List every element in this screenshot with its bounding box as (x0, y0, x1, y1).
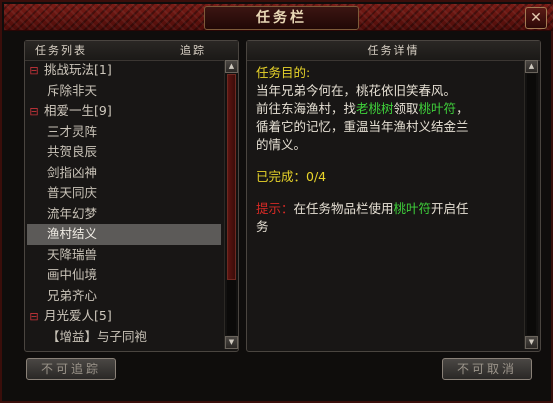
quest-item-label: 普天同庆 (47, 185, 98, 200)
window-title: 任务栏 (204, 6, 359, 30)
quest-category[interactable]: ⊟ 挑战玩法[1] (27, 60, 221, 81)
quest-detail-body: 任务目的: 当年兄弟今何在，桃花依旧笑春风。 前往东海渔村，找老桃树领取桃叶符，… (256, 64, 518, 236)
quest-item[interactable]: 兄弟齐心 (27, 286, 221, 307)
quest-item[interactable]: 普天同庆 (27, 183, 221, 204)
quest-detail-scrollbar[interactable]: ▲ ▼ (524, 60, 538, 349)
quest-item-label: 剑指凶神 (47, 164, 98, 180)
quest-category-label: 月光爱人[5] (44, 308, 112, 323)
item-link[interactable]: 桃叶符 (419, 101, 457, 116)
item-link[interactable]: 桃叶符 (394, 201, 432, 216)
quest-category[interactable]: ⊟ 相爱一生[9] (27, 101, 221, 122)
completed-value: 0/4 (306, 169, 327, 184)
collapse-icon[interactable]: ⊟ (27, 307, 41, 328)
scroll-down-icon[interactable]: ▼ (525, 336, 538, 349)
objective-text: 前往东海渔村，找 (256, 101, 357, 116)
quest-category-label: 挑战玩法[1] (44, 62, 112, 77)
untrack-button[interactable]: 不可追踪 (26, 358, 116, 380)
quest-item[interactable]: 天降瑞兽 (27, 245, 221, 266)
quest-item-label: 斥除非天 (47, 82, 98, 98)
scroll-up-icon[interactable]: ▲ (525, 60, 538, 73)
quest-item[interactable]: 共贺良辰 (27, 142, 221, 163)
hint-text: 在任务物品栏使用 (293, 201, 394, 216)
quest-item[interactable]: 【增益】与子同袍 (27, 327, 221, 348)
quest-detail-title: 任务详情 (367, 44, 420, 57)
quest-window: 任务栏 ✕ 任务列表 追踪 ⊟ 挑战玩法[1] 斥除非天 ⊟ 相爱一生[9] 三才灵阵 共贺… (0, 0, 553, 403)
progress-line: 已完成：0/4 (256, 168, 518, 186)
title-bar[interactable]: 任务栏 ✕ (4, 4, 553, 31)
hint-text: 开启任 (431, 201, 469, 216)
quest-category-label: 相爱一生[9] (44, 103, 112, 118)
quest-item-label: 画中仙境 (47, 267, 98, 282)
quest-tree: ⊟ 挑战玩法[1] 斥除非天 ⊟ 相爱一生[9] 三才灵阵 共贺良辰 剑指凶神 普天同庆 流年幻梦… (27, 60, 221, 349)
quest-detail-panel: 任务详情 任务目的: 当年兄弟今何在，桃花依旧笑春风。 前往东海渔村，找老桃树领… (246, 40, 541, 352)
quest-list-title: 任务列表 (35, 44, 87, 57)
collapse-icon[interactable]: ⊟ (27, 61, 41, 82)
scroll-down-icon[interactable]: ▼ (225, 336, 238, 349)
npc-link[interactable]: 老桃树 (356, 101, 394, 116)
scroll-thumb[interactable] (227, 74, 236, 280)
scroll-up-icon[interactable]: ▲ (225, 60, 238, 73)
quest-item-label: 兄弟齐心 (47, 287, 98, 303)
quest-list-scrollbar[interactable]: ▲ ▼ (224, 60, 238, 349)
quest-item-label: 【增益】与子同袍 (47, 328, 148, 344)
objective-line-2: 前往东海渔村，找老桃树领取桃叶符， (256, 100, 518, 118)
objective-line-4: 的情义。 (256, 137, 307, 152)
quest-item-label: 渔村结义 (47, 226, 98, 241)
quest-item[interactable]: 斥除非天 (27, 81, 221, 102)
quest-list-header: 任务列表 追踪 (25, 41, 238, 61)
quest-item-label: 流年幻梦 (47, 205, 98, 221)
objective-line-3: 循着它的记忆，重温当年渔村义结金兰 (256, 119, 469, 134)
quest-item-label: 三才灵阵 (47, 123, 98, 139)
scroll-track[interactable] (527, 74, 536, 335)
close-button[interactable]: ✕ (525, 7, 547, 29)
objective-text: 领取 (393, 101, 419, 116)
abandon-button[interactable]: 不可取消 (442, 358, 532, 380)
quest-detail-header: 任务详情 (247, 41, 540, 61)
quest-item[interactable]: 剑指凶神 (27, 163, 221, 184)
objective-label: 任务目的: (256, 65, 311, 80)
quest-item[interactable]: 画中仙境 (27, 265, 221, 286)
collapse-icon[interactable]: ⊟ (27, 102, 41, 123)
completed-label: 已完成： (256, 169, 307, 184)
quest-item[interactable]: 流年幻梦 (27, 204, 221, 225)
quest-list-panel: 任务列表 追踪 ⊟ 挑战玩法[1] 斥除非天 ⊟ 相爱一生[9] 三才灵阵 共贺良辰 剑指凶神… (24, 40, 239, 352)
hint-label: 提示： (256, 201, 294, 216)
quest-item[interactable]: 渔村结义 (27, 224, 221, 245)
quest-item-label: 共贺良辰 (47, 144, 98, 159)
objective-line-1: 当年兄弟今何在，桃花依旧笑春风。 (256, 83, 457, 98)
quest-category[interactable]: ⊟ 月光爱人[5] (27, 306, 221, 327)
quest-item-label: 天降瑞兽 (47, 246, 98, 262)
track-column-title: 追踪 (180, 44, 206, 57)
quest-item[interactable]: 三才灵阵 (27, 122, 221, 143)
hint-line: 提示：在任务物品栏使用桃叶符开启任 (256, 200, 518, 218)
objective-text: ， (456, 101, 469, 116)
hint-line-2: 务 (256, 219, 269, 234)
